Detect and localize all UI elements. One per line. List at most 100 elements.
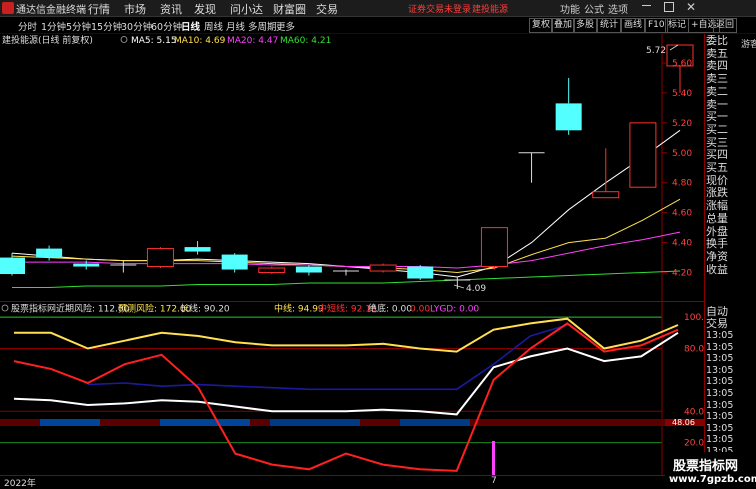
candle	[407, 265, 434, 281]
back-button[interactable]: 返回	[713, 18, 738, 33]
app-title: 通达信金融终端	[16, 5, 86, 16]
watermark: 股票指标网 www.7gpzb.com	[665, 452, 756, 487]
close-icon[interactable]: ✕	[686, 0, 696, 14]
menu-discover[interactable]: 发现	[194, 1, 216, 17]
ma10-line	[11, 198, 681, 274]
tab-30min[interactable]: 30分钟	[121, 19, 152, 33]
indicator-tick-label: 100.0	[684, 313, 705, 323]
indicator-tick-label: 20.00	[684, 439, 705, 449]
maximize-icon[interactable]	[664, 2, 674, 12]
low-price-arrow-icon	[453, 284, 465, 289]
tab-more[interactable]: 更多	[276, 19, 295, 33]
draw-line-button[interactable]: 画线	[621, 18, 646, 33]
stock-label: 建投能源(日线 前复权)	[2, 34, 93, 46]
indicator-name: 股票指标网	[11, 303, 56, 315]
candle	[555, 77, 582, 135]
indicator-tick-label: 80.00	[684, 345, 705, 355]
tab-60min[interactable]: 60分钟	[151, 19, 182, 33]
title-bar: 通达信金融终端 行情 市场 资讯 发现 问小达 财富圈 交易 证券交易未登录 建…	[0, 0, 756, 17]
trade-time-label: 13:05	[706, 353, 734, 365]
ma60-legend: MA60: 4.21	[280, 36, 331, 46]
indicator-chart[interactable]: 48.06 100.080.0040.0020.00 股票指标网 近期风险: 1…	[0, 302, 705, 475]
quote-field-label: 卖五	[706, 47, 728, 60]
indicator-axis-ticks: 100.0 80.00 40.00 20.00	[684, 313, 705, 448]
price-tick-label: 5.00	[672, 149, 692, 159]
quote-field-label: 卖四	[706, 60, 728, 73]
current-value-label: 48.06	[672, 418, 695, 427]
low-price-label: 4.09	[466, 284, 486, 294]
candle	[518, 152, 545, 183]
tab-monthly[interactable]: 月线	[226, 19, 245, 33]
candle-body	[36, 248, 63, 258]
quote-field-label: 收益	[706, 263, 728, 276]
quote-field-label: 买一	[706, 111, 728, 124]
quote-field-label: 涨跌	[706, 187, 728, 200]
tab-multi-period[interactable]: 多周期	[248, 19, 277, 33]
tab-1min[interactable]: 1分钟	[41, 19, 66, 33]
tab-daily[interactable]: 日线	[181, 19, 200, 33]
quote-field-label: 买三	[706, 136, 728, 149]
trade-time-label: 13:05	[706, 422, 734, 434]
menu-quotes[interactable]: 行情	[88, 1, 110, 17]
menu-ask[interactable]: 问小达	[230, 1, 263, 17]
quote-field-label: 净资	[706, 250, 728, 263]
trade-time-label: 13:05	[706, 364, 734, 376]
quote-field-label: 外盘	[706, 225, 728, 238]
ma20-line	[12, 231, 681, 269]
ma5-legend: MA5: 5.15	[131, 36, 177, 46]
candle-body	[629, 122, 657, 188]
candle-body	[480, 227, 508, 268]
login-alert[interactable]: 证券交易未登录	[408, 2, 471, 15]
candle	[592, 148, 620, 199]
menu-functions[interactable]: 功能	[560, 1, 580, 16]
blue-zone-segment-1	[40, 419, 100, 426]
ma20-legend: MA20: 4.47	[227, 36, 278, 46]
price-tick-label: 5.20	[672, 119, 692, 129]
candle-body	[407, 266, 434, 279]
month-label: 7	[491, 476, 497, 486]
overlay-button[interactable]: 叠加	[551, 18, 576, 33]
quote-field-label: 换手	[706, 238, 728, 251]
menu-wealth[interactable]: 财富圈	[273, 1, 306, 17]
tab-5min[interactable]: 5分钟	[66, 19, 91, 33]
multi-stock-button[interactable]: 多股	[573, 18, 598, 33]
candle	[480, 227, 508, 270]
kline-chart[interactable]: 5.60 5.40 5.20 5.00 4.80 4.60 4.40 4.20 5.72 4.…	[0, 34, 705, 301]
lygd-signal-bar	[492, 441, 495, 475]
tab-intraday[interactable]: 分时	[18, 19, 37, 33]
app-logo-icon	[2, 2, 14, 14]
trade-header-label: 自动	[706, 306, 728, 318]
adjust-button[interactable]: 复权	[529, 18, 554, 33]
quote-field-label: 买五	[706, 162, 728, 174]
quote-field-label: 卖二	[706, 85, 728, 98]
candle	[258, 266, 286, 275]
minimize-icon[interactable]	[642, 5, 651, 6]
menu-formula[interactable]: 公式	[584, 1, 604, 16]
tab-weekly[interactable]: 周线	[204, 19, 223, 33]
quote-field-label: 卖一	[706, 98, 728, 111]
candle	[110, 260, 137, 273]
mark-button[interactable]: 标记	[665, 18, 690, 33]
candle	[369, 263, 397, 273]
menu-trade[interactable]: 交易	[316, 1, 338, 17]
trade-time-label: 13:05	[706, 388, 734, 399]
candle	[146, 247, 174, 269]
tab-15min[interactable]: 15分钟	[91, 19, 122, 33]
candle-body	[295, 266, 322, 273]
date-axis: 2022年 7	[0, 475, 705, 489]
candle-body	[73, 263, 100, 267]
top-stock-name: 建投能源	[472, 5, 509, 15]
candle-body	[146, 248, 174, 268]
menu-options[interactable]: 选项	[608, 1, 628, 16]
candle-body	[184, 247, 211, 252]
ma10-legend: MA10: 4.69	[174, 36, 226, 46]
watermark-title: 股票指标网	[673, 459, 739, 474]
statistics-button[interactable]: 统计	[597, 18, 622, 33]
candle-body	[555, 103, 582, 131]
quote-field-label: 卖三	[706, 73, 728, 86]
price-tick-label: 5.40	[672, 89, 692, 99]
candle-body	[592, 191, 620, 199]
blue-zone-segment-2	[160, 419, 250, 426]
menu-news[interactable]: 资讯	[160, 1, 182, 17]
menu-market[interactable]: 市场	[124, 1, 146, 17]
